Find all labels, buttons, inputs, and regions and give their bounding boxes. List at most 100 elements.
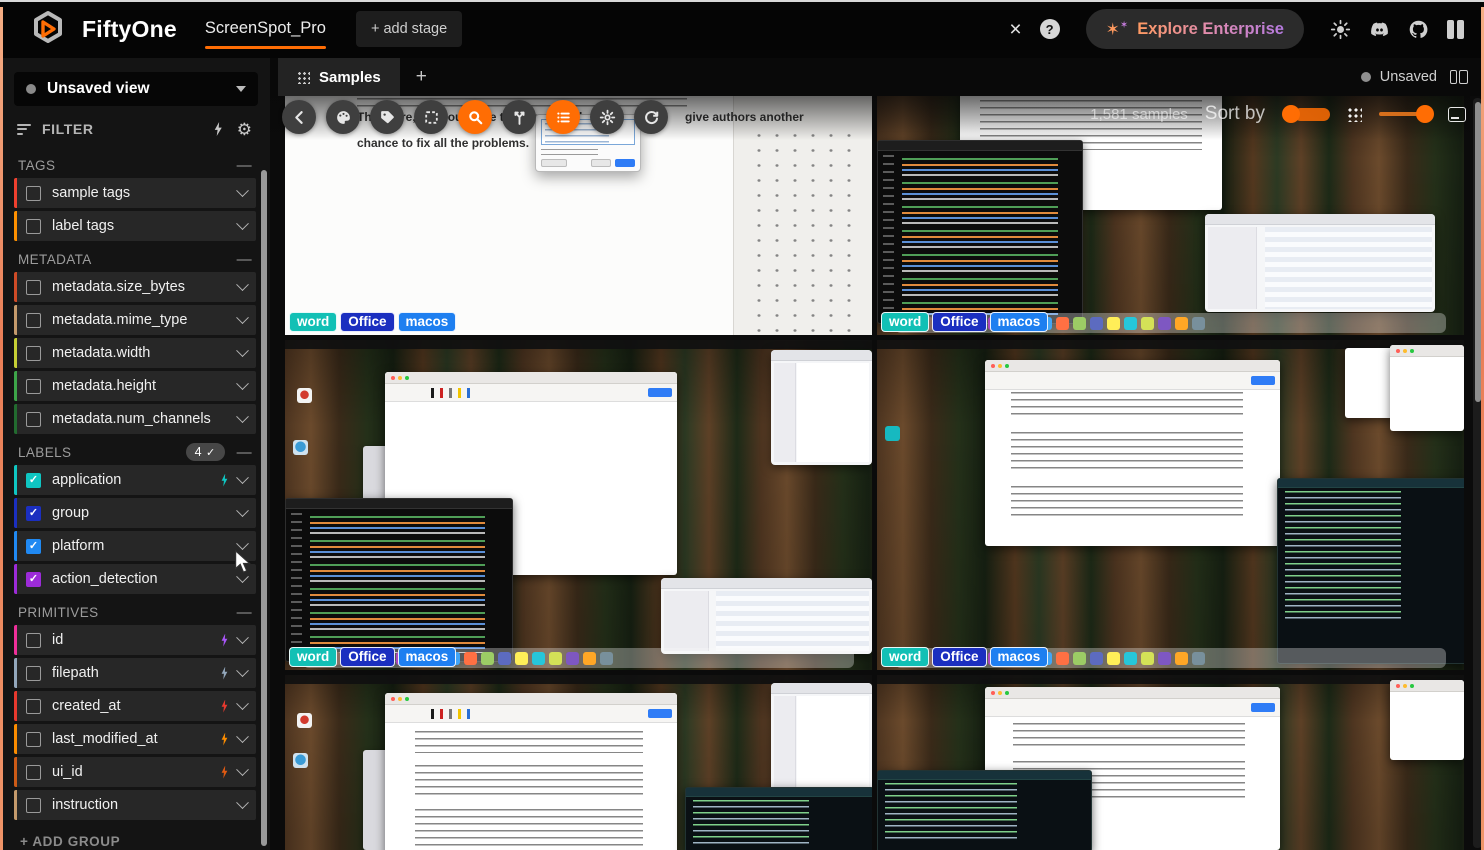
checkbox[interactable]: [26, 412, 41, 427]
sidebar-field-platform[interactable]: ✓platform: [14, 531, 256, 561]
chevron-down-icon[interactable]: [236, 664, 249, 677]
tab-samples[interactable]: Samples: [278, 58, 400, 96]
chevron-down-icon[interactable]: [236, 537, 249, 550]
sidebar-field-created-at[interactable]: created_at: [14, 691, 256, 721]
add-group-button[interactable]: + ADD GROUP: [20, 834, 270, 849]
checkbox[interactable]: ✓: [26, 539, 41, 554]
label-tag-Office[interactable]: Office: [932, 647, 986, 667]
sample-tile[interactable]: wordOfficemacos: [285, 340, 872, 670]
sort-by-dropdown[interactable]: Sort by: [1205, 103, 1265, 125]
checkbox[interactable]: [26, 219, 41, 234]
checkbox[interactable]: ✓: [26, 572, 41, 587]
label-tag-macos[interactable]: macos: [990, 312, 1049, 332]
tag-button[interactable]: [370, 100, 404, 134]
checkbox[interactable]: [26, 798, 41, 813]
checkbox[interactable]: [26, 346, 41, 361]
section-header-labels[interactable]: LABELS4✓—: [14, 437, 256, 465]
patches-button[interactable]: [414, 100, 448, 134]
sidebar-field-metadata-size-bytes[interactable]: metadata.size_bytes: [14, 272, 256, 302]
sample-tile[interactable]: wordOfficemacos: [877, 340, 1464, 670]
label-tag-word[interactable]: word: [881, 647, 929, 667]
sample-tile[interactable]: [285, 675, 872, 850]
collapse-icon[interactable]: —: [237, 157, 252, 174]
label-tag-Office[interactable]: Office: [340, 312, 394, 332]
chevron-down-icon[interactable]: [236, 217, 249, 230]
search-button[interactable]: [458, 100, 492, 134]
sidebar-scrollbar[interactable]: [261, 170, 267, 846]
lightning-icon[interactable]: [213, 122, 224, 136]
help-icon[interactable]: ?: [1040, 19, 1060, 39]
label-tag-word[interactable]: word: [881, 312, 929, 332]
chevron-down-icon[interactable]: [236, 763, 249, 776]
checkbox[interactable]: [26, 765, 41, 780]
sidebar-field-action-detection[interactable]: ✓action_detection: [14, 564, 256, 594]
gear-icon[interactable]: ⚙: [237, 121, 252, 138]
label-tag-word[interactable]: word: [289, 312, 337, 332]
checkbox[interactable]: [26, 633, 41, 648]
label-tag-Office[interactable]: Office: [340, 647, 394, 667]
dataset-name[interactable]: ScreenSpot_Pro: [205, 19, 326, 40]
chevron-down-icon[interactable]: [236, 697, 249, 710]
chevron-down-icon[interactable]: [236, 311, 249, 324]
sample-tile[interactable]: wordOfficemacos: [877, 96, 1464, 335]
checkbox[interactable]: [26, 699, 41, 714]
theme-toggle-sun-icon[interactable]: [1330, 19, 1351, 40]
label-tag-macos[interactable]: macos: [398, 312, 457, 332]
grid-layout-icon[interactable]: [1347, 107, 1362, 122]
chevron-down-icon[interactable]: [236, 344, 249, 357]
checkbox[interactable]: [26, 732, 41, 747]
checkbox[interactable]: ✓: [26, 506, 41, 521]
settings-button[interactable]: [590, 100, 624, 134]
chevron-down-icon[interactable]: [236, 631, 249, 644]
github-icon[interactable]: [1408, 19, 1429, 40]
checkbox[interactable]: [26, 666, 41, 681]
sidebar-field-label-tags[interactable]: label tags: [14, 211, 256, 241]
collapse-icon[interactable]: —: [237, 444, 252, 461]
chevron-down-icon[interactable]: [236, 278, 249, 291]
checkbox[interactable]: [26, 313, 41, 328]
grid-zoom-slider[interactable]: [1379, 112, 1431, 116]
grid-size-value[interactable]: [1282, 105, 1330, 123]
label-tag-macos[interactable]: macos: [990, 647, 1049, 667]
grid-settings-icon[interactable]: [1448, 107, 1466, 122]
sidebar-field-group[interactable]: ✓group: [14, 498, 256, 528]
list-view-button[interactable]: [546, 100, 580, 134]
chevron-down-icon[interactable]: [236, 471, 249, 484]
refresh-button[interactable]: [634, 100, 668, 134]
collapse-icon[interactable]: —: [237, 604, 252, 621]
label-tag-macos[interactable]: macos: [398, 647, 457, 667]
checkbox[interactable]: [26, 280, 41, 295]
explore-enterprise-button[interactable]: ✶✶ Explore Enterprise: [1086, 9, 1304, 49]
label-tag-Office[interactable]: Office: [932, 312, 986, 332]
checkbox[interactable]: [26, 379, 41, 394]
sidebar-field-sample-tags[interactable]: sample tags: [14, 178, 256, 208]
chevron-down-icon[interactable]: [236, 377, 249, 390]
split-view-icon[interactable]: [1450, 70, 1468, 84]
label-tag-word[interactable]: word: [289, 647, 337, 667]
chevron-down-icon[interactable]: [236, 410, 249, 423]
checkbox[interactable]: [26, 186, 41, 201]
sidebar-field-last-modified-at[interactable]: last_modified_at: [14, 724, 256, 754]
add-stage-button[interactable]: + add stage: [356, 11, 462, 47]
close-icon[interactable]: ×: [1009, 19, 1021, 40]
back-button[interactable]: [282, 100, 316, 134]
sidebar-field-metadata-width[interactable]: metadata.width: [14, 338, 256, 368]
similarity-button[interactable]: [502, 100, 536, 134]
sidebar-field-ui-id[interactable]: ui_id: [14, 757, 256, 787]
chevron-down-icon[interactable]: [236, 184, 249, 197]
collapse-icon[interactable]: —: [237, 251, 252, 268]
sample-tile[interactable]: [877, 675, 1464, 850]
section-header-metadata[interactable]: METADATA—: [14, 244, 256, 272]
sidebar-field-filepath[interactable]: filepath: [14, 658, 256, 688]
view-selector[interactable]: Unsaved view: [14, 72, 258, 106]
sidebar-field-metadata-mime-type[interactable]: metadata.mime_type: [14, 305, 256, 335]
grid-scrollbar-thumb[interactable]: [1475, 102, 1481, 402]
new-tab-button[interactable]: +: [400, 58, 443, 96]
color-palette-button[interactable]: [326, 100, 360, 134]
sidebar-field-metadata-num-channels[interactable]: metadata.num_channels: [14, 404, 256, 434]
chevron-down-icon[interactable]: [236, 504, 249, 517]
sidebar-field-application[interactable]: ✓application: [14, 465, 256, 495]
sidebar-field-instruction[interactable]: instruction: [14, 790, 256, 820]
section-header-primitives[interactable]: PRIMITIVES—: [14, 597, 256, 625]
chevron-down-icon[interactable]: [236, 730, 249, 743]
